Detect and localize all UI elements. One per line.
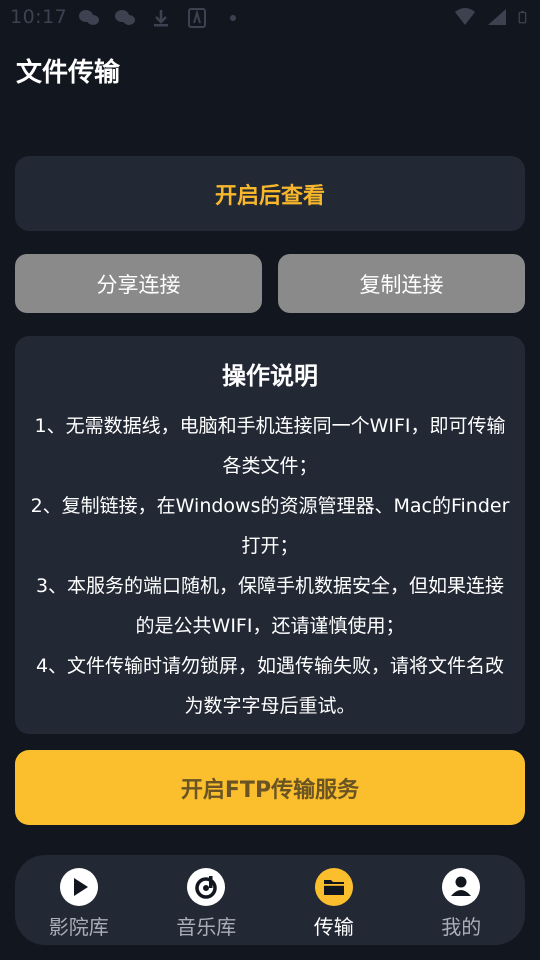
start-ftp-service-label: 开启FTP传输服务 bbox=[180, 777, 360, 803]
dot-icon bbox=[230, 15, 236, 21]
wechat-icon bbox=[115, 10, 135, 25]
status-bar: 10:17 bbox=[0, 0, 540, 36]
bottom-tab-bar: 影院库 音乐库 传输 我的 bbox=[15, 855, 525, 945]
play-icon bbox=[59, 868, 98, 906]
tab-label: 传输 bbox=[313, 915, 354, 939]
instruction-line: 3、本服务的端口随机，保障手机数据安全，但如果连接的是公共WIFI，还请谨慎使用… bbox=[35, 575, 505, 637]
notification-icons bbox=[78, 8, 244, 28]
share-link-button[interactable]: 分享连接 bbox=[15, 254, 262, 313]
signal-icon bbox=[488, 9, 506, 25]
tab-mine[interactable]: 我的 bbox=[401, 855, 521, 940]
tab-label: 我的 bbox=[441, 915, 482, 939]
battery-icon bbox=[518, 10, 527, 24]
view-after-start-card[interactable]: 开启后查看 bbox=[15, 156, 525, 231]
user-icon bbox=[442, 868, 481, 906]
tab-cinema[interactable]: 影院库 bbox=[19, 855, 139, 940]
download-icon bbox=[154, 10, 168, 27]
music-icon bbox=[187, 868, 226, 906]
instruction-line: 1、无需数据线，电脑和手机连接同一个WIFI，即可传输各类文件； bbox=[34, 415, 506, 477]
wechat-icon bbox=[79, 10, 99, 25]
status-time: 10:17 bbox=[10, 6, 68, 28]
tab-music[interactable]: 音乐库 bbox=[146, 855, 266, 940]
instruction-line: 2、复制链接，在Windows的资源管理器、Mac的Finder打开； bbox=[30, 495, 510, 557]
app-store-icon bbox=[188, 8, 206, 28]
start-ftp-service-button[interactable]: 开启FTP传输服务 bbox=[15, 750, 525, 825]
tab-label: 影院库 bbox=[48, 915, 109, 939]
copy-link-button[interactable]: 复制连接 bbox=[278, 254, 525, 313]
instruction-line: 4、文件传输时请勿锁屏，如遇传输失败，请将文件名改为数字字母后重试。 bbox=[35, 655, 505, 717]
system-icons bbox=[454, 7, 532, 27]
instructions-card: 操作说明 1、无需数据线，电脑和手机连接同一个WIFI，即可传输各类文件； 2、… bbox=[15, 336, 525, 734]
tab-transfer[interactable]: 传输 bbox=[274, 855, 394, 940]
wifi-icon bbox=[455, 8, 475, 25]
instructions-text: 1、无需数据线，电脑和手机连接同一个WIFI，即可传输各类文件； 2、复制链接，… bbox=[29, 406, 511, 726]
view-after-start-label: 开启后查看 bbox=[214, 183, 325, 209]
folder-icon bbox=[314, 868, 353, 906]
instructions-title: 操作说明 bbox=[222, 362, 318, 390]
page-title: 文件传输 bbox=[16, 58, 121, 88]
tab-label: 音乐库 bbox=[176, 915, 237, 939]
